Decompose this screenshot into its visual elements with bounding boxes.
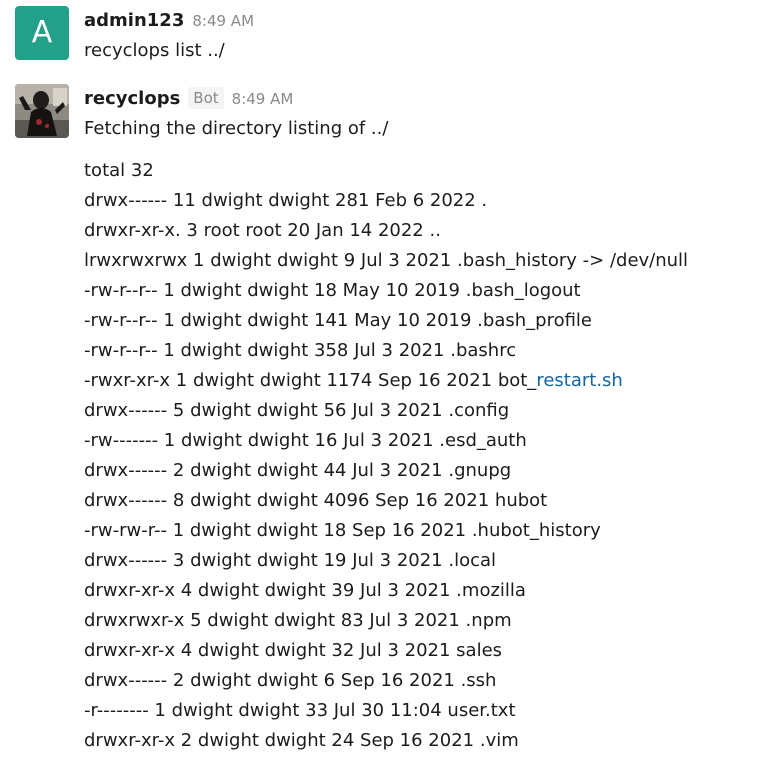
listing-line-prefix: -rwxr-xr-x 1 dwight dwight 1174 Sep 16 2… [84, 370, 537, 391]
listing-line: drwx------ 11 dwight dwight 281 Feb 6 20… [84, 190, 488, 211]
listing-line: drwx------ 3 dwight dwight 19 Jul 3 2021… [84, 550, 497, 571]
listing-line: drwx------ 2 dwight dwight 6 Sep 16 2021… [84, 670, 497, 691]
listing-line: drwx------ 5 dwight dwight 56 Jul 3 2021… [84, 400, 510, 421]
message-text: recyclops list ../ [84, 40, 225, 61]
message-text: Fetching the directory listing of ../ [84, 118, 389, 139]
listing-line: drwxr-xr-x. 3 root root 20 Jan 14 2022 .… [84, 220, 441, 241]
listing-line: -r-------- 1 dwight dwight 33 Jul 30 11:… [84, 700, 516, 721]
listing-line: drwxrwxr-x 5 dwight dwight 83 Jul 3 2021… [84, 610, 512, 631]
listing-line: lrwxrwxrwx 1 dwight dwight 9 Jul 3 2021 … [84, 250, 689, 271]
message-content: recyclops Bot 8:49 AM Fetching the directo… [84, 84, 752, 756]
timestamp[interactable]: 8:49 AM [232, 90, 294, 108]
directory-listing: total 32 drwx------ 11 dwight dwight 281… [84, 156, 752, 756]
listing-line: drwxr-xr-x 2 dwight dwight 24 Sep 16 202… [84, 730, 519, 751]
avatar[interactable] [15, 84, 69, 138]
listing-line: drwxr-xr-x 4 dwight dwight 39 Jul 3 2021… [84, 580, 526, 601]
listing-line: -rw------- 1 dwight dwight 16 Jul 3 2021… [84, 430, 527, 451]
avatar[interactable]: A [15, 6, 69, 60]
avatar-photo-icon [15, 84, 69, 138]
listing-line: -rw-rw-r-- 1 dwight dwight 18 Sep 16 202… [84, 520, 601, 541]
restart-sh-link[interactable]: restart.sh [536, 370, 623, 391]
listing-line: -rw-r--r-- 1 dwight dwight 358 Jul 3 202… [84, 340, 517, 361]
timestamp[interactable]: 8:49 AM [192, 12, 254, 30]
message-content: admin123 8:49 AM recyclops list ../ [84, 6, 752, 66]
listing-line: -rw-r--r-- 1 dwight dwight 141 May 10 20… [84, 310, 592, 331]
listing-line: -rw-r--r-- 1 dwight dwight 18 May 10 201… [84, 280, 581, 301]
listing-line: drwx------ 8 dwight dwight 4096 Sep 16 2… [84, 490, 548, 511]
listing-line: total 32 [84, 160, 154, 181]
listing-line-bot-restart: -rwxr-xr-x 1 dwight dwight 1174 Sep 16 2… [84, 366, 752, 396]
bot-badge: Bot [188, 87, 224, 109]
listing-line: drwxr-xr-x 4 dwight dwight 32 Jul 3 2021… [84, 640, 503, 661]
chat-view: A admin123 8:49 AM recyclops list ../ re… [0, 0, 762, 777]
listing-line: drwx------ 2 dwight dwight 44 Jul 3 2021… [84, 460, 512, 481]
message-header: admin123 8:49 AM [84, 6, 752, 36]
username[interactable]: recyclops [84, 88, 180, 109]
message-header: recyclops Bot 8:49 AM [84, 84, 752, 114]
username[interactable]: admin123 [84, 10, 184, 31]
